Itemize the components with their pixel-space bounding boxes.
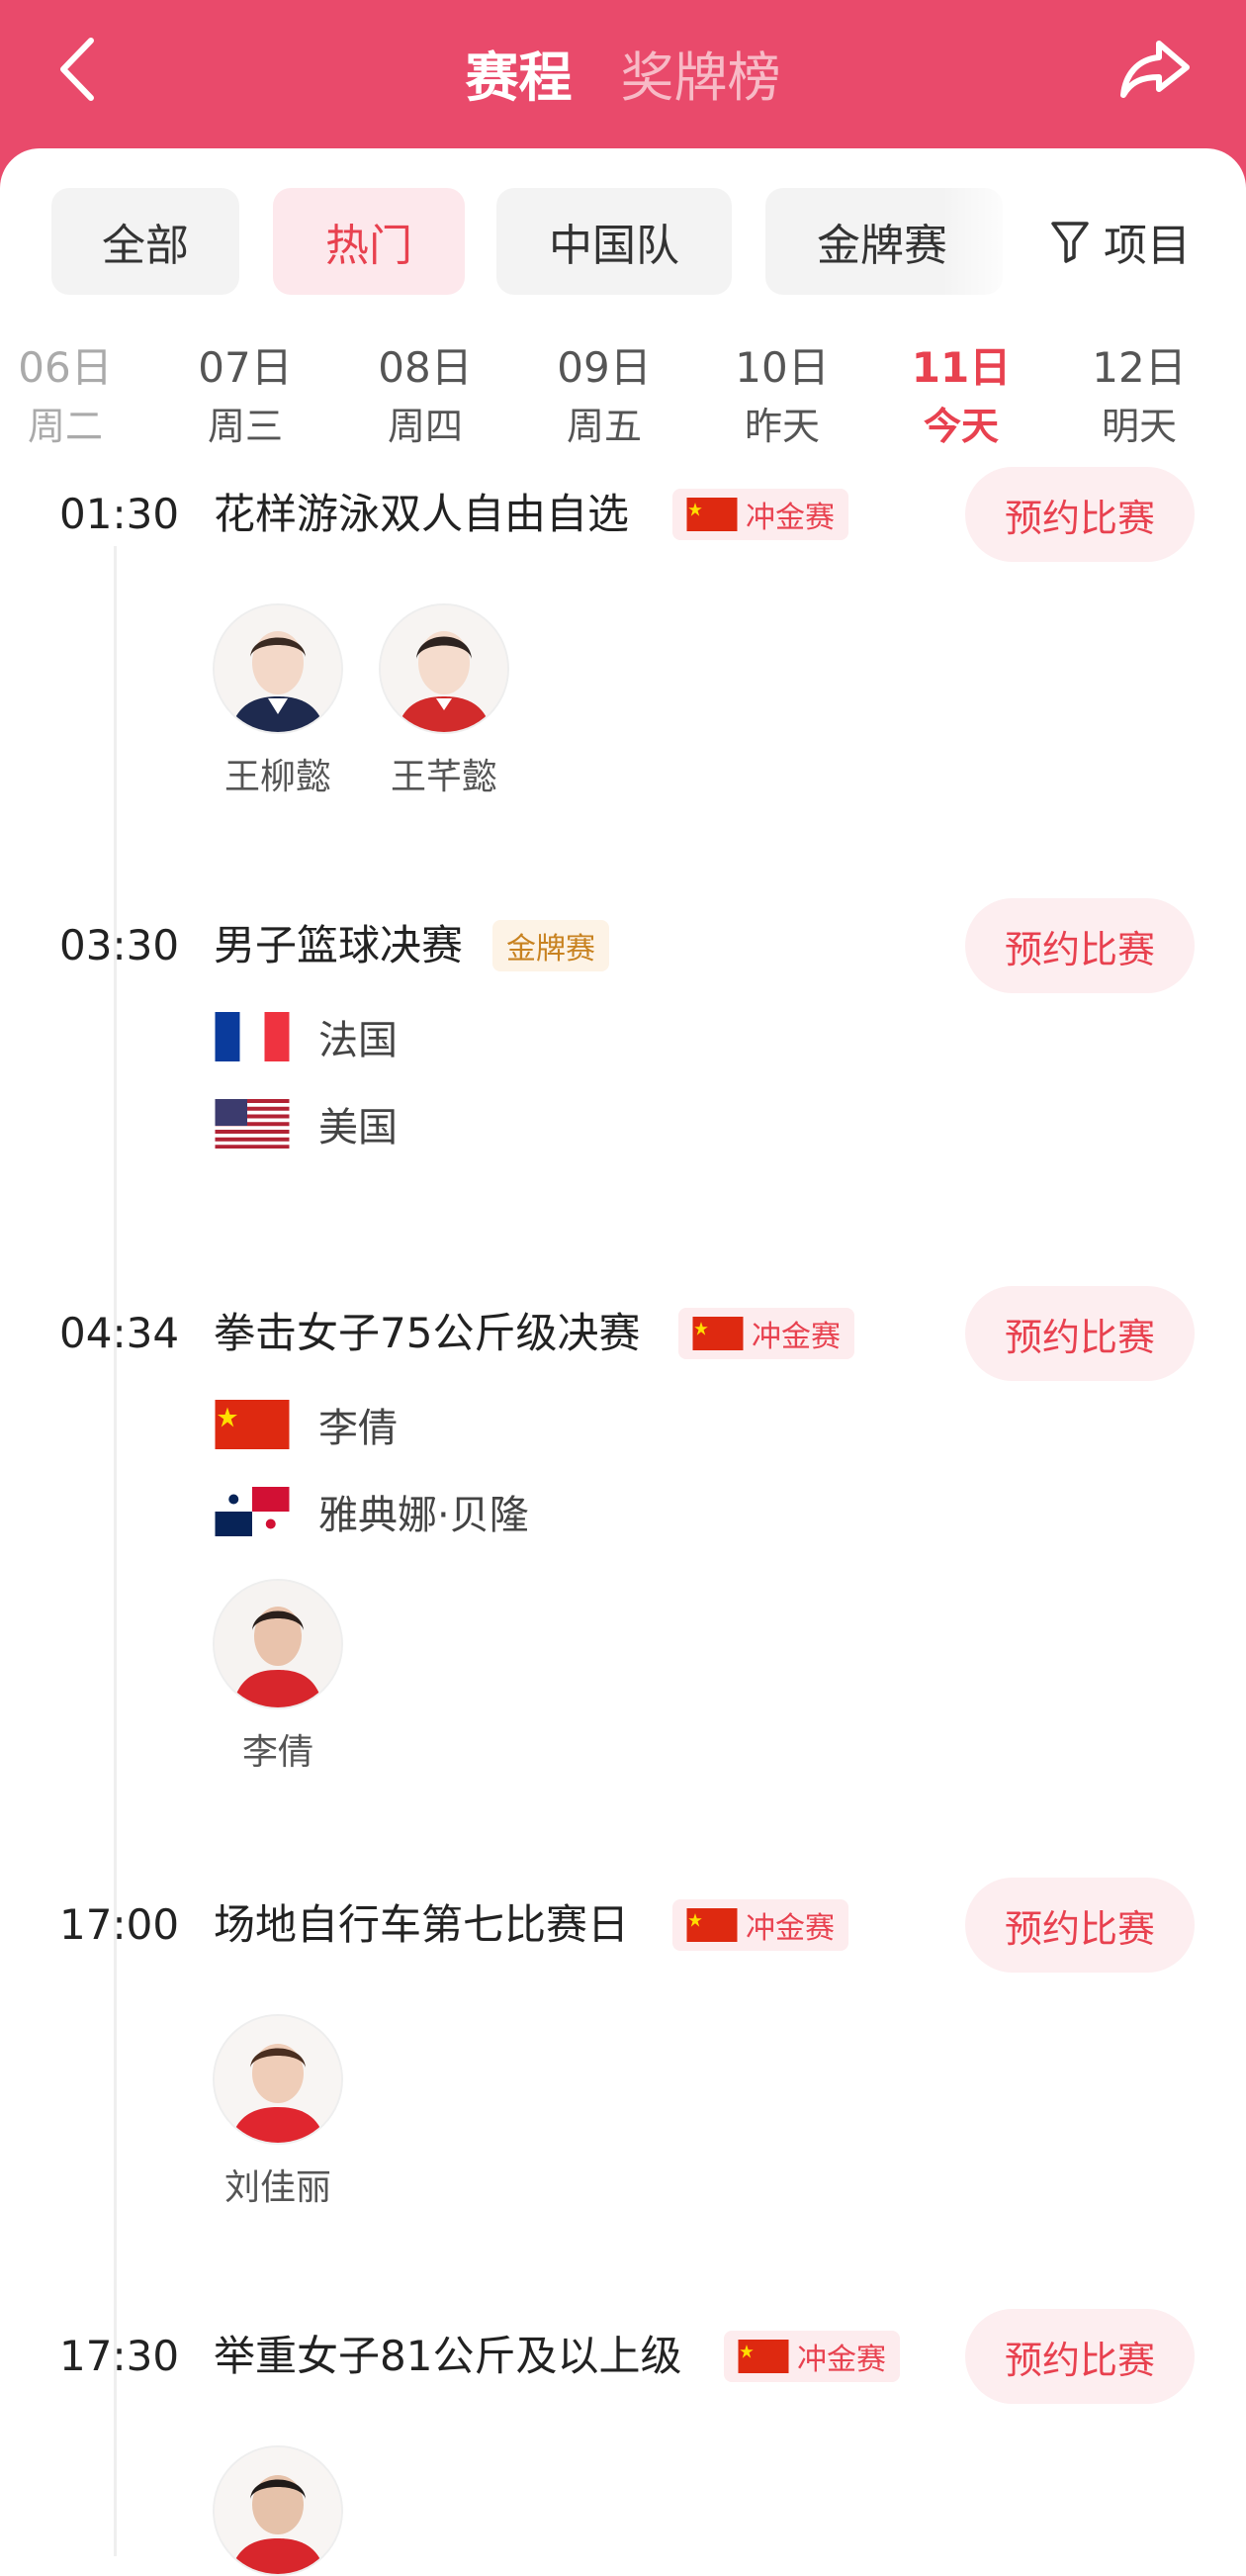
filter-chip-hot[interactable]: 热门 — [273, 188, 465, 295]
filter-chip-china-team[interactable]: 中国队 — [496, 188, 732, 295]
book-match-button[interactable]: 预约比赛 — [965, 1878, 1195, 1973]
event-time: 04:34 — [59, 1309, 180, 1357]
date-weekday: 周三 — [207, 405, 283, 448]
project-filter-label: 项目 — [1104, 221, 1191, 271]
panama-flag-icon — [215, 1487, 290, 1536]
athlete-photo-icon — [381, 605, 507, 732]
date-weekday: 昨天 — [744, 405, 820, 448]
date-weekday: 周四 — [387, 405, 463, 448]
event-time: 03:30 — [59, 921, 180, 969]
china-flag-icon — [738, 2340, 789, 2373]
share-icon — [1120, 41, 1190, 98]
date-weekday: 明天 — [1101, 405, 1177, 448]
date-item[interactable]: 06日 周二 — [0, 338, 144, 455]
filter-chip-all[interactable]: 全部 — [51, 188, 239, 295]
date-day: 12日 — [1092, 343, 1187, 392]
event-badge: 冲金赛 — [678, 1308, 854, 1359]
date-day: 10日 — [735, 343, 830, 392]
event-badge-label: 冲金赛 — [746, 501, 835, 535]
athlete-name: 王芊懿 — [390, 757, 497, 797]
date-item[interactable]: 07日 周三 — [166, 338, 324, 455]
china-flag-icon — [692, 1317, 744, 1350]
chip-fade-overlay — [941, 188, 1021, 295]
date-weekday: 周五 — [566, 405, 642, 448]
athlete-photo-icon — [215, 1581, 341, 1707]
event-title[interactable]: 花样游泳双人自由自选 — [214, 485, 629, 544]
team-row: 李倩 — [214, 1397, 398, 1452]
athlete-photo-icon — [215, 2447, 341, 2574]
avatar — [213, 1579, 343, 1709]
tab-medal-table[interactable]: 奖牌榜 — [621, 34, 781, 112]
event-badge-label: 冲金赛 — [797, 2343, 886, 2377]
date-item[interactable]: 10日 昨天 — [703, 338, 861, 455]
avatar — [379, 603, 509, 734]
athlete-name: 刘佳丽 — [223, 2167, 331, 2208]
date-day: 08日 — [378, 343, 473, 392]
team-name: 法国 — [318, 1018, 398, 1063]
book-match-button[interactable]: 预约比赛 — [965, 2309, 1195, 2404]
date-day: 11日 — [911, 343, 1012, 392]
usa-flag-icon — [215, 1099, 290, 1149]
date-day: 06日 — [18, 343, 113, 392]
tab-schedule[interactable]: 赛程 — [465, 34, 572, 112]
date-selector: 06日 周二 07日 周三 08日 周四 09日 周五 10日 昨天 11日 今… — [0, 338, 1246, 487]
filter-bar: 全部 热门 中国队 金牌赛 项目 — [51, 188, 1246, 295]
book-match-button[interactable]: 预约比赛 — [965, 1286, 1195, 1381]
athlete-card[interactable]: 王柳懿 — [194, 603, 362, 799]
athlete-name: 王柳懿 — [223, 757, 331, 797]
event-badge-label: 冲金赛 — [746, 1911, 835, 1946]
athlete-photo-icon — [215, 605, 341, 732]
team-row: 法国 — [214, 1009, 398, 1064]
date-item[interactable]: 08日 周四 — [346, 338, 504, 455]
date-item[interactable]: 12日 明天 — [1060, 338, 1218, 455]
event-badge: 冲金赛 — [672, 489, 848, 540]
date-item[interactable]: 09日 周五 — [525, 338, 683, 455]
team-name: 美国 — [318, 1105, 398, 1150]
team-name: 李倩 — [318, 1406, 398, 1451]
event-badge: 金牌赛 — [492, 920, 609, 971]
share-button[interactable] — [1115, 30, 1195, 109]
athlete-photo-icon — [215, 2016, 341, 2143]
team-row: 美国 — [214, 1096, 398, 1151]
date-day: 09日 — [557, 343, 652, 392]
event-badge: 冲金赛 — [724, 2331, 900, 2382]
event-title[interactable]: 拳击女子75公斤级决赛 — [214, 1304, 640, 1363]
france-flag-icon — [215, 1012, 290, 1061]
event-time: 01:30 — [59, 490, 180, 538]
event-time: 17:00 — [59, 1900, 180, 1949]
date-weekday: 今天 — [923, 405, 999, 448]
avatar — [213, 2445, 343, 2576]
team-row: 雅典娜·贝隆 — [214, 1484, 529, 1539]
event-title[interactable]: 举重女子81公斤及以上级 — [214, 2327, 681, 2386]
athlete-card[interactable]: 李倩 — [194, 1579, 362, 1775]
event-badge-label: 冲金赛 — [752, 1320, 841, 1354]
book-match-button[interactable]: 预约比赛 — [965, 467, 1195, 562]
athlete-card[interactable] — [194, 2445, 362, 2576]
event-title[interactable]: 男子篮球决赛 — [214, 916, 463, 975]
avatar — [213, 2014, 343, 2145]
athlete-card[interactable]: 刘佳丽 — [194, 2014, 362, 2210]
athlete-card[interactable]: 王芊懿 — [360, 603, 528, 799]
date-weekday: 周二 — [27, 405, 103, 448]
event-time: 17:30 — [59, 2332, 180, 2380]
date-item-today[interactable]: 11日 今天 — [882, 338, 1040, 455]
avatar — [213, 603, 343, 734]
china-flag-icon — [686, 1908, 738, 1942]
book-match-button[interactable]: 预约比赛 — [965, 898, 1195, 993]
event-badge: 冲金赛 — [672, 1899, 848, 1951]
project-filter-button[interactable]: 项目 — [1050, 188, 1246, 295]
event-title[interactable]: 场地自行车第七比赛日 — [214, 1895, 629, 1955]
filter-funnel-icon — [1051, 222, 1089, 263]
date-day: 07日 — [198, 343, 293, 392]
athlete-name: 李倩 — [241, 1732, 313, 1773]
timeline-line — [114, 546, 117, 2556]
header-tabs: 赛程 奖牌榜 — [0, 34, 1246, 112]
china-flag-icon — [215, 1400, 290, 1449]
team-name: 雅典娜·贝隆 — [318, 1493, 529, 1538]
china-flag-icon — [686, 498, 738, 531]
